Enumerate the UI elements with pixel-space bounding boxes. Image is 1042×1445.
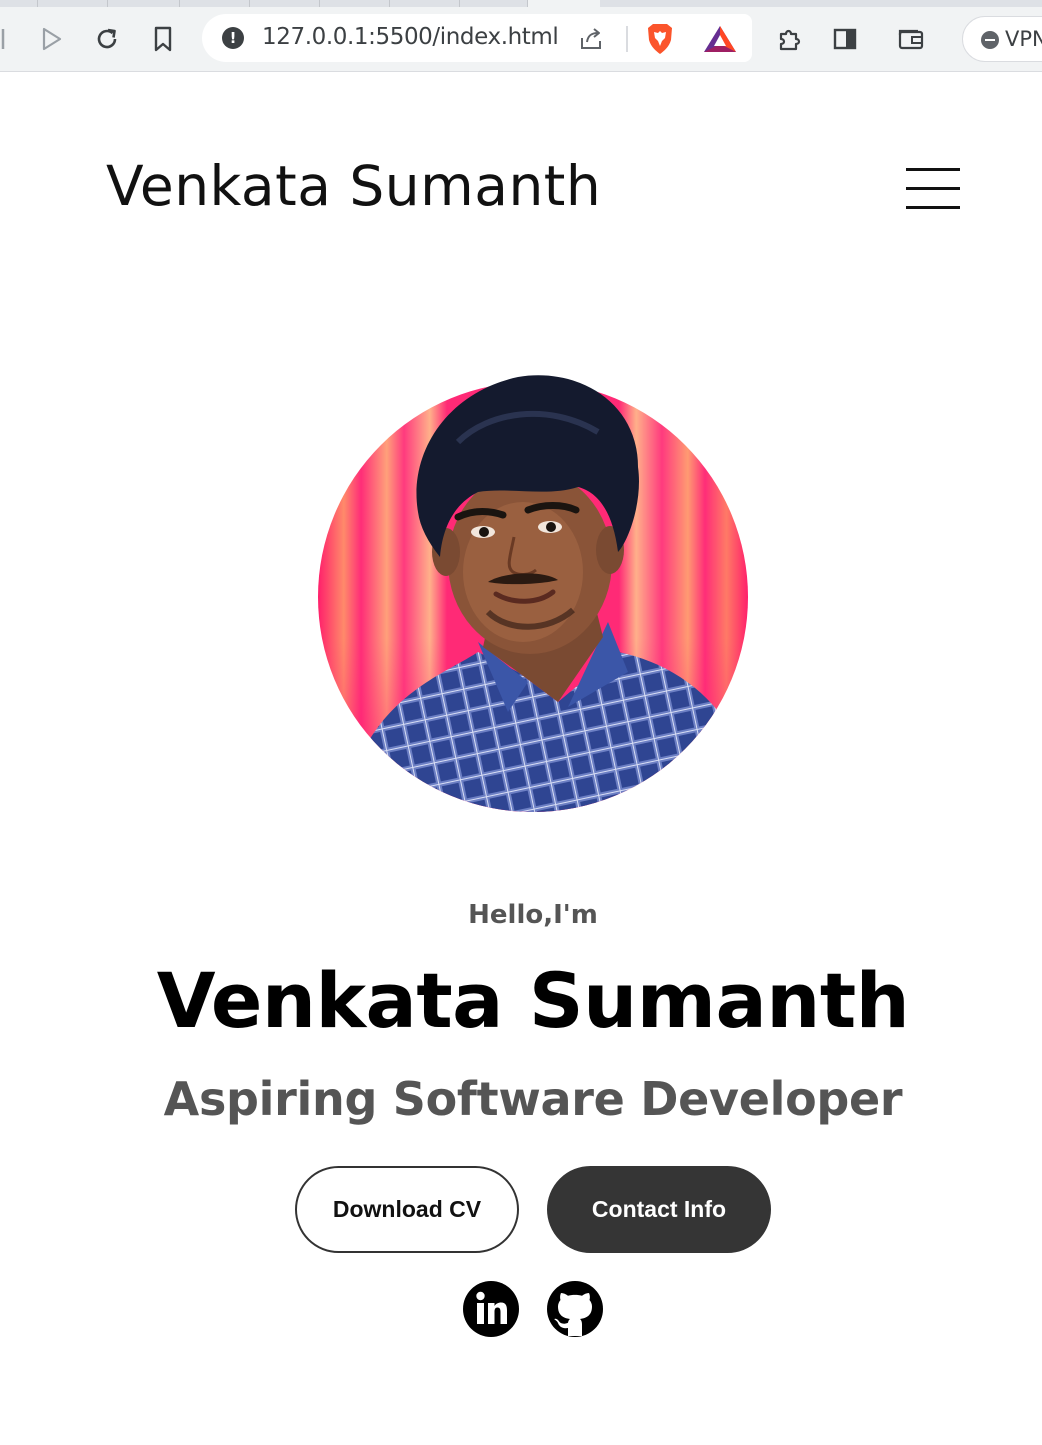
vpn-label: VPN [1005, 27, 1042, 51]
sidebar-icon[interactable] [828, 22, 862, 56]
hero-name: Venkata Sumanth [156, 956, 910, 1045]
download-cv-button[interactable]: Download CV [295, 1166, 519, 1253]
extensions-icon[interactable] [772, 22, 806, 56]
menu-line [906, 206, 960, 209]
tab[interactable] [180, 0, 250, 7]
site-info-icon[interactable]: ! [222, 27, 244, 49]
vpn-button[interactable]: VPN [962, 16, 1042, 62]
share-icon[interactable] [578, 26, 604, 52]
menu-line [906, 187, 960, 190]
wallet-icon[interactable] [894, 22, 928, 56]
brave-shields-icon[interactable] [644, 22, 676, 56]
tab[interactable] [320, 0, 390, 7]
address-url[interactable]: 127.0.0.1:5500/index.html [262, 24, 559, 50]
tab[interactable] [390, 0, 460, 7]
tab[interactable] [250, 0, 320, 7]
linkedin-icon[interactable] [462, 1280, 520, 1338]
bookmark-icon[interactable] [146, 22, 180, 56]
tab[interactable] [460, 0, 528, 7]
tab[interactable] [38, 0, 108, 7]
brave-rewards-icon[interactable] [702, 24, 738, 54]
site-logo[interactable]: Venkata Sumanth [106, 154, 601, 218]
browser-toolbar: ! 127.0.0.1:5500/index.html VPN [0, 0, 1042, 72]
github-icon[interactable] [546, 1280, 604, 1338]
contact-info-button[interactable]: Contact Info [547, 1166, 771, 1253]
tab-strip [0, 0, 1042, 7]
omnibox-divider [626, 26, 628, 52]
tab[interactable] [0, 0, 38, 7]
hamburger-menu-icon[interactable] [906, 168, 960, 210]
vpn-status-icon [981, 31, 999, 49]
reload-icon[interactable] [90, 22, 124, 56]
tab[interactable] [108, 0, 180, 7]
hero-greeting: Hello,I'm [468, 900, 598, 930]
hero-role: Aspiring Software Developer [163, 1072, 903, 1126]
back-button[interactable] [0, 22, 20, 56]
address-bar[interactable]: ! 127.0.0.1:5500/index.html [202, 14, 752, 62]
play-icon[interactable] [34, 22, 68, 56]
menu-line [906, 168, 960, 171]
profile-photo [318, 375, 748, 812]
site-header: Venkata Sumanth [0, 72, 1042, 312]
active-tab[interactable] [528, 0, 600, 7]
